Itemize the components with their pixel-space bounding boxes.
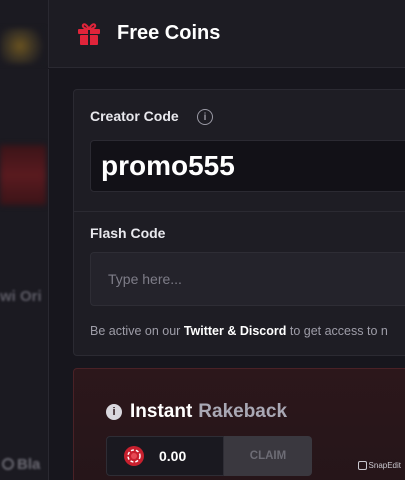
social-link[interactable]: Twitter & Discord <box>184 324 287 338</box>
gift-icon <box>77 22 101 45</box>
page-title: Free Coins <box>117 22 221 44</box>
creator-code-label: Creator Code <box>90 108 179 124</box>
blurred-banner <box>0 145 46 205</box>
coin-icon <box>123 445 145 467</box>
info-icon[interactable]: i <box>197 109 213 125</box>
claim-button[interactable]: CLAIM <box>224 436 312 476</box>
rakeback-card: i Instant Rakeback 0.00 CLAIM <box>73 368 405 480</box>
flash-code-label: Flash Code <box>90 225 166 241</box>
divider <box>74 211 405 212</box>
modal-header: Free Coins <box>48 0 405 68</box>
codes-card: Creator Code i promo555 Flash Code Type … <box>73 89 405 356</box>
main-panel: Creator Code i promo555 Flash Code Type … <box>48 69 405 480</box>
rakeback-title: i Instant Rakeback <box>106 401 287 423</box>
watermark: SnapEdit <box>357 461 401 470</box>
hint-text: Be active on our Twitter & Discord to ge… <box>90 324 388 338</box>
info-icon[interactable]: i <box>106 404 122 420</box>
creator-code-input[interactable]: promo555 <box>90 140 405 192</box>
blurred-text-2: Bla <box>2 456 48 473</box>
flash-code-input[interactable]: Type here... <box>90 252 405 306</box>
rakeback-amount: 0.00 <box>106 436 224 476</box>
background-sidebar: wi Ori Bla <box>0 0 48 480</box>
blurred-avatar <box>0 28 44 64</box>
blurred-text: wi Ori <box>0 288 42 305</box>
